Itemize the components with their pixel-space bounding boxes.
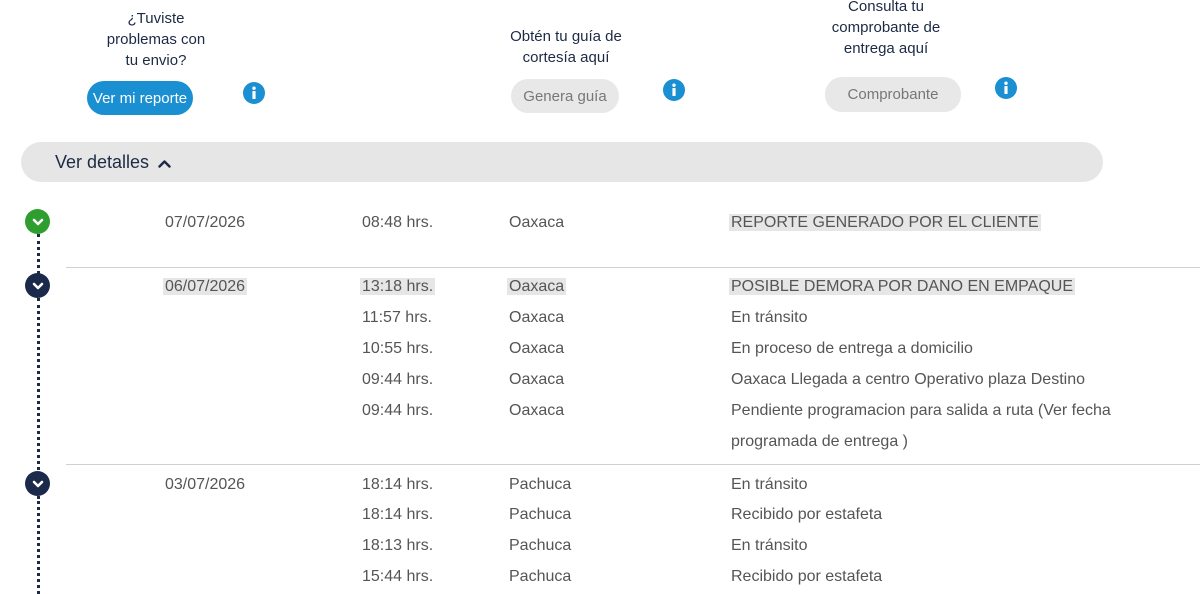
event-place: Pachuca — [509, 537, 572, 554]
event-description: POSIBLE DEMORA POR DANO EN EMPAQUE — [729, 276, 1075, 298]
event-place: Pachuca — [509, 568, 572, 585]
event-description: Recibido por estafeta — [731, 568, 883, 585]
event-date: 07/07/2026 — [165, 214, 246, 231]
event-time: 10:55 hrs. — [362, 340, 434, 357]
event-description: REPORTE GENERADO POR EL CLIENTE — [729, 212, 1041, 234]
event-date: 06/07/2026 — [163, 276, 248, 298]
event-date: 03/07/2026 — [165, 476, 246, 493]
timeline-line-1 — [37, 234, 40, 274]
event-place: Pachuca — [509, 506, 572, 523]
event-place: Oaxaca — [509, 402, 565, 419]
receipt-caption-line-2: comprobante de — [831, 19, 941, 36]
group-divider — [66, 267, 1200, 268]
event-description: En tránsito — [731, 309, 808, 326]
guide-caption-line-2: cortesía aquí — [522, 49, 610, 66]
event-place-text: Oaxaca — [507, 278, 567, 295]
details-label: Ver detalles — [55, 151, 150, 172]
receipt-action: Consulta tu comprobante de entrega aquí — [816, 0, 956, 59]
event-place: Oaxaca — [509, 214, 565, 231]
event-place: Oaxaca — [509, 309, 565, 326]
receipt-info-icon[interactable] — [995, 77, 1017, 99]
event-time: 15:44 hrs. — [362, 568, 434, 585]
event-place: Oaxaca — [507, 276, 567, 298]
guide-action: Obtén tu guía de cortesía aquí — [496, 26, 636, 68]
event-date-text: 06/07/2026 — [163, 278, 248, 295]
event-time: 11:57 hrs. — [362, 309, 432, 326]
details-toggle[interactable]: Ver detalles — [21, 142, 1103, 182]
generate-guide-button[interactable]: Genera guía — [511, 79, 619, 113]
report-info-icon[interactable] — [243, 82, 265, 104]
group-divider — [66, 464, 1200, 465]
guide-caption-line-1: Obtén tu guía de — [510, 28, 622, 45]
guide-info-icon[interactable] — [663, 79, 685, 101]
event-time-text: 13:18 hrs. — [360, 278, 436, 295]
event-time: 09:44 hrs. — [362, 371, 434, 388]
check-icon — [25, 209, 50, 234]
view-report-button[interactable]: Ver mi reporte — [87, 81, 193, 115]
event-place: Pachuca — [509, 476, 572, 493]
event-description: Pendiente programacion para salida a rut… — [731, 402, 1111, 450]
report-caption-line-1: ¿Tuviste — [127, 10, 185, 27]
report-action: ¿Tuviste problemas con tu envio? — [96, 8, 216, 71]
receipt-caption-line-1: Consulta tu — [848, 0, 924, 15]
event-description: Oaxaca Llegada a centro Operativo plaza … — [731, 371, 1085, 388]
event-description: En proceso de entrega a domicilio — [731, 340, 973, 357]
event-description: En tránsito — [731, 537, 808, 554]
event-description: Recibido por estafeta — [731, 506, 883, 523]
event-time: 08:48 hrs. — [362, 214, 434, 231]
event-time: 18:13 hrs. — [362, 537, 434, 554]
event-description-text: POSIBLE DEMORA POR DANO EN EMPAQUE — [729, 278, 1075, 295]
event-description-text: REPORTE GENERADO POR EL CLIENTE — [729, 214, 1041, 231]
event-description: En tránsito — [731, 476, 808, 493]
event-time: 09:44 hrs. — [362, 402, 434, 419]
receipt-button[interactable]: Comprobante — [825, 77, 961, 112]
event-time: 18:14 hrs. — [362, 506, 434, 523]
chevron-down-icon[interactable] — [25, 273, 50, 298]
timeline-line-3 — [37, 496, 40, 594]
event-time: 18:14 hrs. — [362, 476, 434, 493]
event-place: Oaxaca — [509, 340, 565, 357]
chevron-up-icon — [158, 152, 171, 173]
report-caption-line-2: problemas con — [106, 31, 206, 48]
report-caption-line-3: tu envio? — [125, 52, 187, 69]
timeline-line-2 — [37, 298, 40, 470]
event-time: 13:18 hrs. — [360, 276, 436, 298]
chevron-down-icon[interactable] — [25, 471, 50, 496]
receipt-caption-line-3: entrega aquí — [843, 40, 929, 57]
event-place: Oaxaca — [509, 371, 565, 388]
